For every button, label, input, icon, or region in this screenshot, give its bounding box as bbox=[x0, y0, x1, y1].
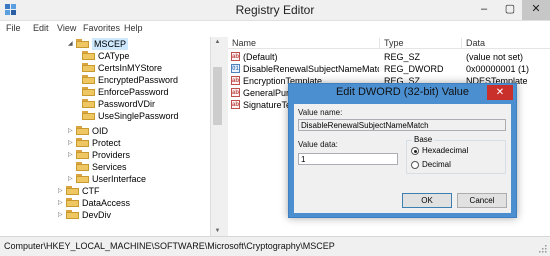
menu-edit[interactable]: Edit bbox=[33, 23, 49, 33]
menu-bar: File Edit View Favorites Help bbox=[0, 21, 550, 35]
tree-item[interactable]: ▷ OID bbox=[68, 125, 108, 137]
folder-icon bbox=[82, 87, 95, 96]
ok-button[interactable]: OK bbox=[402, 193, 452, 208]
resize-grip-icon[interactable] bbox=[539, 245, 547, 253]
tree-item[interactable]: ▷ UserInterface bbox=[68, 173, 146, 185]
column-type[interactable]: Type bbox=[380, 38, 462, 49]
folder-icon bbox=[76, 138, 89, 147]
string-value-icon: ab bbox=[231, 100, 240, 109]
menu-file[interactable]: File bbox=[6, 23, 21, 33]
folder-icon bbox=[82, 99, 95, 108]
value-data-input[interactable] bbox=[298, 153, 398, 165]
folder-icon bbox=[76, 126, 89, 135]
dialog-close-button[interactable]: ✕ bbox=[487, 85, 513, 100]
key-tree[interactable]: ◢ MSCEP CAType CertsInMYStore EncryptedPa… bbox=[0, 37, 210, 236]
folder-icon bbox=[76, 150, 89, 159]
tree-item[interactable]: EnforcePassword bbox=[82, 86, 169, 98]
tree-item[interactable]: CAType bbox=[82, 50, 129, 62]
table-row[interactable]: 01 DisableRenewalSubjectNameMatch REG_DWO… bbox=[228, 63, 550, 75]
folder-icon bbox=[66, 198, 79, 207]
tree-scrollbar[interactable]: ▲ ▼ bbox=[210, 37, 223, 236]
radio-unselected-icon[interactable] bbox=[411, 161, 419, 169]
base-label: Base bbox=[412, 135, 435, 144]
edit-dword-dialog: Edit DWORD (32-bit) Value ✕ Value name: … bbox=[288, 83, 517, 218]
expand-arrow-icon[interactable]: ▷ bbox=[68, 137, 76, 149]
string-value-icon: ab bbox=[231, 88, 240, 97]
string-value-icon: ab bbox=[231, 52, 240, 61]
folder-icon bbox=[82, 51, 95, 60]
scroll-down-arrow-icon[interactable]: ▼ bbox=[213, 228, 222, 234]
dialog-title: Edit DWORD (32-bit) Value bbox=[335, 86, 470, 98]
collapse-arrow-icon[interactable]: ◢ bbox=[68, 38, 76, 50]
folder-icon bbox=[82, 111, 95, 120]
tree-item[interactable]: EncryptedPassword bbox=[82, 74, 178, 86]
expand-arrow-icon[interactable]: ▷ bbox=[68, 149, 76, 161]
table-row[interactable]: ab (Default) REG_SZ (value not set) bbox=[228, 51, 550, 63]
tree-item[interactable]: ▷ DataAccess bbox=[58, 197, 130, 209]
menu-help[interactable]: Help bbox=[124, 23, 143, 33]
folder-icon bbox=[66, 210, 79, 219]
menu-favorites[interactable]: Favorites bbox=[83, 23, 120, 33]
expand-arrow-icon[interactable]: ▷ bbox=[68, 125, 76, 137]
menu-view[interactable]: View bbox=[57, 23, 76, 33]
tree-item[interactable]: ▷ DevDiv bbox=[58, 209, 111, 221]
expand-arrow-icon[interactable]: ▷ bbox=[58, 197, 66, 209]
folder-icon bbox=[76, 162, 89, 171]
status-bar: Computer\HKEY_LOCAL_MACHINE\SOFTWARE\Mic… bbox=[0, 236, 550, 256]
tree-item[interactable]: ▷ Providers bbox=[68, 149, 130, 161]
tree-item[interactable]: UseSinglePassword bbox=[82, 110, 179, 122]
maximize-button[interactable]: ▢ bbox=[497, 0, 523, 20]
hexadecimal-radio[interactable]: Hexadecimal bbox=[411, 146, 468, 156]
scrollbar-thumb[interactable] bbox=[213, 67, 222, 125]
tree-item-mscep[interactable]: ◢ MSCEP bbox=[68, 38, 129, 50]
scroll-up-arrow-icon[interactable]: ▲ bbox=[213, 39, 222, 45]
column-data[interactable]: Data bbox=[462, 38, 550, 49]
tree-item[interactable]: ▷ CTF bbox=[58, 185, 100, 197]
dword-value-icon: 01 bbox=[231, 64, 240, 73]
current-key-path: Computer\HKEY_LOCAL_MACHINE\SOFTWARE\Mic… bbox=[4, 241, 335, 251]
title-bar: Registry Editor – ▢ ✕ bbox=[0, 0, 550, 21]
value-name-field[interactable] bbox=[298, 119, 506, 131]
expand-arrow-icon[interactable]: ▷ bbox=[58, 209, 66, 221]
decimal-radio[interactable]: Decimal bbox=[411, 160, 451, 170]
close-button[interactable]: ✕ bbox=[522, 0, 550, 20]
expand-arrow-icon[interactable]: ▷ bbox=[58, 185, 66, 197]
window-title: Registry Editor bbox=[235, 3, 315, 17]
dialog-body: Value name: Value data: Base Hexadecimal… bbox=[294, 104, 511, 213]
tree-item[interactable]: PasswordVDir bbox=[82, 98, 155, 110]
folder-icon bbox=[82, 63, 95, 72]
tree-item[interactable]: CertsInMYStore bbox=[82, 62, 162, 74]
minimize-button[interactable]: – bbox=[471, 0, 497, 20]
base-group: Base Hexadecimal Decimal bbox=[406, 135, 506, 174]
radio-selected-icon[interactable] bbox=[411, 147, 419, 155]
folder-icon bbox=[66, 186, 79, 195]
list-header: Name Type Data bbox=[228, 37, 550, 49]
folder-icon bbox=[76, 174, 89, 183]
folder-open-icon bbox=[76, 39, 89, 48]
column-name[interactable]: Name bbox=[228, 38, 380, 49]
tree-item[interactable]: ▷ Protect bbox=[68, 137, 121, 149]
value-data-label: Value data: bbox=[298, 140, 338, 149]
expand-arrow-icon[interactable]: ▷ bbox=[68, 173, 76, 185]
string-value-icon: ab bbox=[231, 76, 240, 85]
value-name-label: Value name: bbox=[298, 108, 343, 117]
tree-item[interactable]: Services bbox=[76, 161, 127, 173]
folder-icon bbox=[82, 75, 95, 84]
cancel-button[interactable]: Cancel bbox=[457, 193, 507, 208]
